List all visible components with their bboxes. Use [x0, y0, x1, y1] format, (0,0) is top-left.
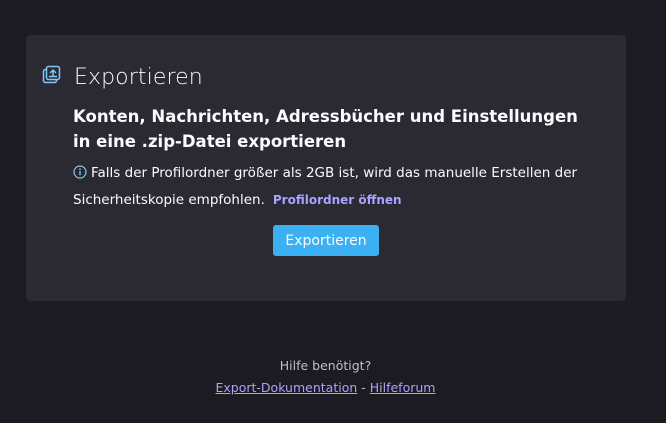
card-title: Exportieren — [74, 65, 203, 90]
export-documentation-link[interactable]: Export-Dokumentation — [216, 380, 358, 395]
export-card: Exportieren Konten, Nachrichten, Adressb… — [26, 35, 626, 301]
help-forum-link[interactable]: Hilfeforum — [370, 380, 436, 395]
card-header: Exportieren — [42, 65, 203, 90]
open-profile-folder-link[interactable]: Profilordner öffnen — [273, 193, 402, 207]
card-subtitle: Konten, Nachrichten, Adressbücher und Ei… — [73, 107, 578, 151]
help-links: Export-Dokumentation - Hilfeforum — [0, 380, 651, 395]
export-button[interactable]: Exportieren — [273, 225, 379, 256]
info-icon — [73, 162, 87, 179]
info-message: Falls der Profilordner größer als 2GB is… — [73, 160, 593, 214]
help-prompt: Hilfe benötigt? — [279, 358, 372, 373]
export-icon — [42, 64, 64, 86]
help-links-separator: - — [357, 380, 370, 395]
